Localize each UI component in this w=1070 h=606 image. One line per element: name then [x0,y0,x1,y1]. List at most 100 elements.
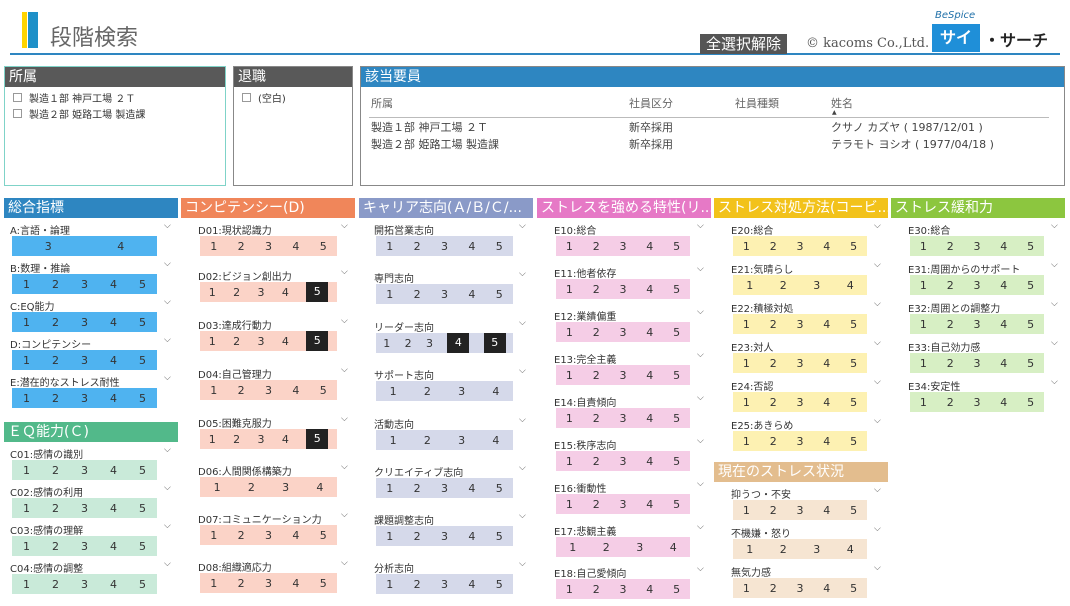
value-option[interactable]: 5 [306,282,329,302]
value-option[interactable]: 5 [496,288,503,301]
value-option[interactable]: 1 [566,498,573,511]
value-option[interactable]: 2 [52,578,59,591]
chevron-down-icon[interactable]: ⌵ [874,485,881,495]
value-option[interactable]: 1 [386,578,393,591]
value-option[interactable]: 3 [441,578,448,591]
value-option[interactable]: 4 [316,481,323,494]
value-option[interactable]: 3 [257,335,264,348]
value-option[interactable]: 1 [210,529,217,542]
value-slicer[interactable]: 1 2 3 4 5 [556,279,690,299]
value-option[interactable]: 4 [468,240,475,253]
value-option[interactable]: 4 [823,396,830,409]
value-option[interactable]: 4 [670,541,677,554]
chevron-down-icon[interactable]: ⌵ [697,221,704,231]
value-option[interactable]: 1 [23,392,30,405]
value-option[interactable]: 5 [139,502,146,515]
chevron-down-icon[interactable]: ⌵ [697,264,704,274]
value-option[interactable]: 2 [593,583,600,596]
chevron-down-icon[interactable]: ⌵ [341,558,348,568]
chevron-down-icon[interactable]: ⌵ [874,524,881,534]
value-option[interactable]: 5 [139,316,146,329]
value-slicer[interactable]: 1 2 3 4 5 [376,236,513,256]
value-option[interactable]: 5 [496,240,503,253]
chevron-down-icon[interactable]: ⌵ [164,297,171,307]
column-header[interactable]: 社員種類 [735,95,779,111]
value-option[interactable]: 1 [214,481,221,494]
value-option[interactable]: 2 [947,240,954,253]
value-option[interactable]: 4 [646,583,653,596]
value-option[interactable]: 1 [566,455,573,468]
value-slicer[interactable]: 1 2 3 4 [733,539,867,559]
value-slicer[interactable]: 1 2 3 4 5 [556,365,690,385]
value-option[interactable]: 3 [619,583,626,596]
value-slicer[interactable]: 1 2 3 4 5 [910,392,1044,412]
value-option[interactable]: 5 [496,530,503,543]
value-option[interactable]: 3 [265,384,272,397]
value-slicer[interactable]: 1 2 3 4 5 [556,236,690,256]
chevron-down-icon[interactable]: ⌵ [1051,377,1058,387]
chevron-down-icon[interactable]: ⌵ [697,522,704,532]
chevron-down-icon[interactable]: ⌵ [874,377,881,387]
value-slicer[interactable]: 1 2 3 4 5 [12,312,157,332]
column-header[interactable]: 所属 [371,95,393,111]
value-option[interactable]: 1 [23,278,30,291]
chevron-down-icon[interactable]: ⌵ [697,436,704,446]
value-option[interactable]: 2 [52,278,59,291]
value-option[interactable]: 2 [233,335,240,348]
value-option[interactable]: 3 [265,577,272,590]
value-option[interactable]: 5 [850,396,857,409]
value-option[interactable]: 2 [780,543,787,556]
value-option[interactable]: 2 [947,357,954,370]
value-option[interactable]: 3 [619,283,626,296]
value-option[interactable]: 2 [770,435,777,448]
value-option[interactable]: 2 [593,369,600,382]
chevron-down-icon[interactable]: ⌵ [164,559,171,569]
value-option[interactable]: 1 [209,433,216,446]
value-option[interactable]: 1 [566,326,573,339]
value-option[interactable]: 2 [780,279,787,292]
value-option[interactable]: 5 [1027,279,1034,292]
value-slicer[interactable]: 1 2 3 4 5 [733,578,867,598]
checkbox[interactable] [13,92,22,102]
value-option[interactable]: 1 [386,482,393,495]
value-slicer[interactable]: 1 2 3 4 5 [12,350,157,370]
value-option[interactable]: 2 [593,412,600,425]
value-option[interactable]: 3 [796,318,803,331]
chevron-down-icon[interactable]: ⌵ [164,445,171,455]
value-option[interactable]: 2 [947,396,954,409]
value-option[interactable]: 4 [110,392,117,405]
value-option[interactable]: 5 [483,333,506,353]
affiliation-item[interactable]: 製造１部 神戸工場 ２Ｔ [13,91,225,105]
value-option[interactable]: 2 [770,240,777,253]
value-option[interactable]: 3 [973,396,980,409]
value-slicer[interactable]: 1 2 3 4 5 [556,579,690,599]
value-slicer[interactable]: 1 2 3 4 5 [910,353,1044,373]
value-option[interactable]: 5 [139,392,146,405]
chevron-down-icon[interactable]: ⌵ [341,267,348,277]
value-slicer[interactable]: 1 2 3 4 [556,537,690,557]
value-slicer[interactable]: 1 2 3 4 5 [733,314,867,334]
chevron-down-icon[interactable]: ⌵ [1051,299,1058,309]
value-option[interactable]: 4 [110,578,117,591]
value-option[interactable]: 1 [566,283,573,296]
value-option[interactable]: 1 [390,385,397,398]
chevron-down-icon[interactable]: ⌵ [874,338,881,348]
value-option[interactable]: 4 [492,434,499,447]
value-option[interactable]: 4 [1000,279,1007,292]
value-option[interactable]: 1 [23,578,30,591]
value-option[interactable]: 5 [850,318,857,331]
value-option[interactable]: 1 [566,240,573,253]
value-option[interactable]: 1 [566,583,573,596]
value-option[interactable]: 3 [81,392,88,405]
chevron-down-icon[interactable]: ⌵ [874,563,881,573]
value-option[interactable]: 1 [23,354,30,367]
value-option[interactable]: 3 [813,543,820,556]
chevron-down-icon[interactable]: ⌵ [519,269,526,279]
value-option[interactable]: 1 [383,337,390,350]
value-option[interactable]: 1 [743,318,750,331]
value-option[interactable]: 4 [847,543,854,556]
value-option[interactable]: 5 [673,498,680,511]
value-option[interactable]: 2 [947,318,954,331]
chevron-down-icon[interactable]: ⌵ [1051,338,1058,348]
value-option[interactable]: 4 [117,240,124,253]
